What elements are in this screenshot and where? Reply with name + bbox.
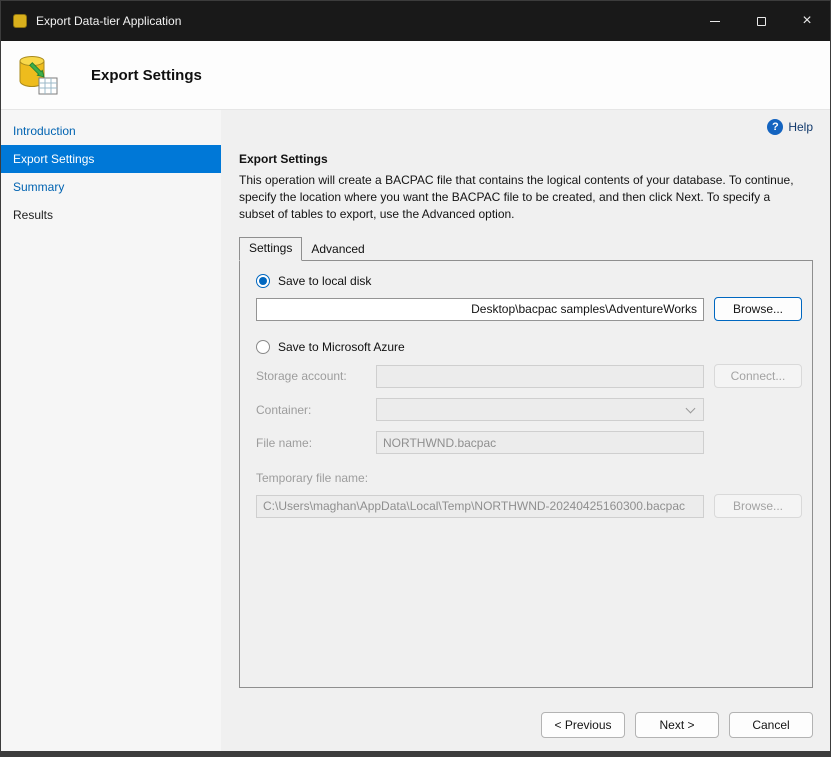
- tab-strip: Settings Advanced: [239, 237, 813, 260]
- help-icon: ?: [767, 119, 783, 135]
- app-icon: [13, 14, 27, 28]
- temp-file-input: [256, 495, 704, 518]
- dialog-footer: < Previous Next > Cancel: [239, 712, 813, 738]
- help-label: Help: [788, 120, 813, 134]
- file-name-row: File name:: [256, 431, 802, 454]
- wizard-steps-sidebar: Introduction Export Settings Summary Res…: [1, 110, 221, 751]
- wizard-header: Export Settings: [1, 41, 830, 109]
- connect-button: Connect...: [714, 364, 802, 388]
- container-label: Container:: [256, 403, 366, 417]
- save-local-label: Save to local disk: [278, 274, 371, 288]
- temp-file-label: Temporary file name:: [256, 471, 802, 485]
- help-row: ? Help: [239, 110, 813, 135]
- storage-account-label: Storage account:: [256, 369, 366, 383]
- maximize-icon: [757, 17, 766, 26]
- window-controls: ×: [692, 1, 830, 41]
- page-title: Export Settings: [91, 67, 202, 84]
- export-database-icon: [15, 52, 61, 98]
- sidebar-item-results[interactable]: Results: [1, 201, 221, 229]
- titlebar[interactable]: Export Data-tier Application ×: [1, 1, 830, 41]
- help-link[interactable]: ? Help: [767, 119, 813, 135]
- save-local-option[interactable]: Save to local disk: [256, 274, 802, 288]
- tab-settings[interactable]: Settings: [239, 237, 302, 261]
- cancel-button[interactable]: Cancel: [729, 712, 813, 738]
- storage-account-row: Storage account: Connect...: [256, 364, 802, 388]
- close-button[interactable]: ×: [784, 1, 830, 41]
- container-select: [376, 398, 704, 421]
- minimize-icon: [710, 21, 720, 22]
- save-azure-option[interactable]: Save to Microsoft Azure: [256, 340, 802, 354]
- browse-local-button[interactable]: Browse...: [714, 297, 802, 321]
- sidebar-item-introduction[interactable]: Introduction: [1, 117, 221, 145]
- temp-file-row: Browse...: [256, 494, 802, 518]
- file-name-input: [376, 431, 704, 454]
- tab-advanced[interactable]: Advanced: [302, 237, 373, 260]
- radio-save-local-disk[interactable]: [256, 274, 270, 288]
- dialog-body: Introduction Export Settings Summary Res…: [1, 109, 830, 751]
- window-title: Export Data-tier Application: [36, 14, 181, 28]
- section-description: This operation will create a BACPAC file…: [239, 172, 807, 222]
- browse-temp-button: Browse...: [714, 494, 802, 518]
- settings-tab-panel: Save to local disk Browse... Save to Mic…: [239, 260, 813, 688]
- container-row: Container:: [256, 398, 802, 421]
- next-button[interactable]: Next >: [635, 712, 719, 738]
- main-content: ? Help Export Settings This operation wi…: [221, 110, 830, 751]
- sidebar-item-summary[interactable]: Summary: [1, 173, 221, 201]
- storage-account-input: [376, 365, 704, 388]
- save-azure-label: Save to Microsoft Azure: [278, 340, 405, 354]
- local-path-row: Browse...: [256, 297, 802, 321]
- export-data-tier-dialog: Export Data-tier Application × Export Se…: [0, 0, 831, 757]
- section-title: Export Settings: [239, 152, 813, 166]
- close-icon: ×: [802, 13, 811, 29]
- local-path-input[interactable]: [256, 298, 704, 321]
- sidebar-item-export-settings[interactable]: Export Settings: [1, 145, 221, 173]
- chevron-down-icon: [686, 403, 696, 413]
- file-name-label: File name:: [256, 436, 366, 450]
- minimize-button[interactable]: [692, 1, 738, 41]
- previous-button[interactable]: < Previous: [541, 712, 625, 738]
- maximize-button[interactable]: [738, 1, 784, 41]
- radio-save-azure[interactable]: [256, 340, 270, 354]
